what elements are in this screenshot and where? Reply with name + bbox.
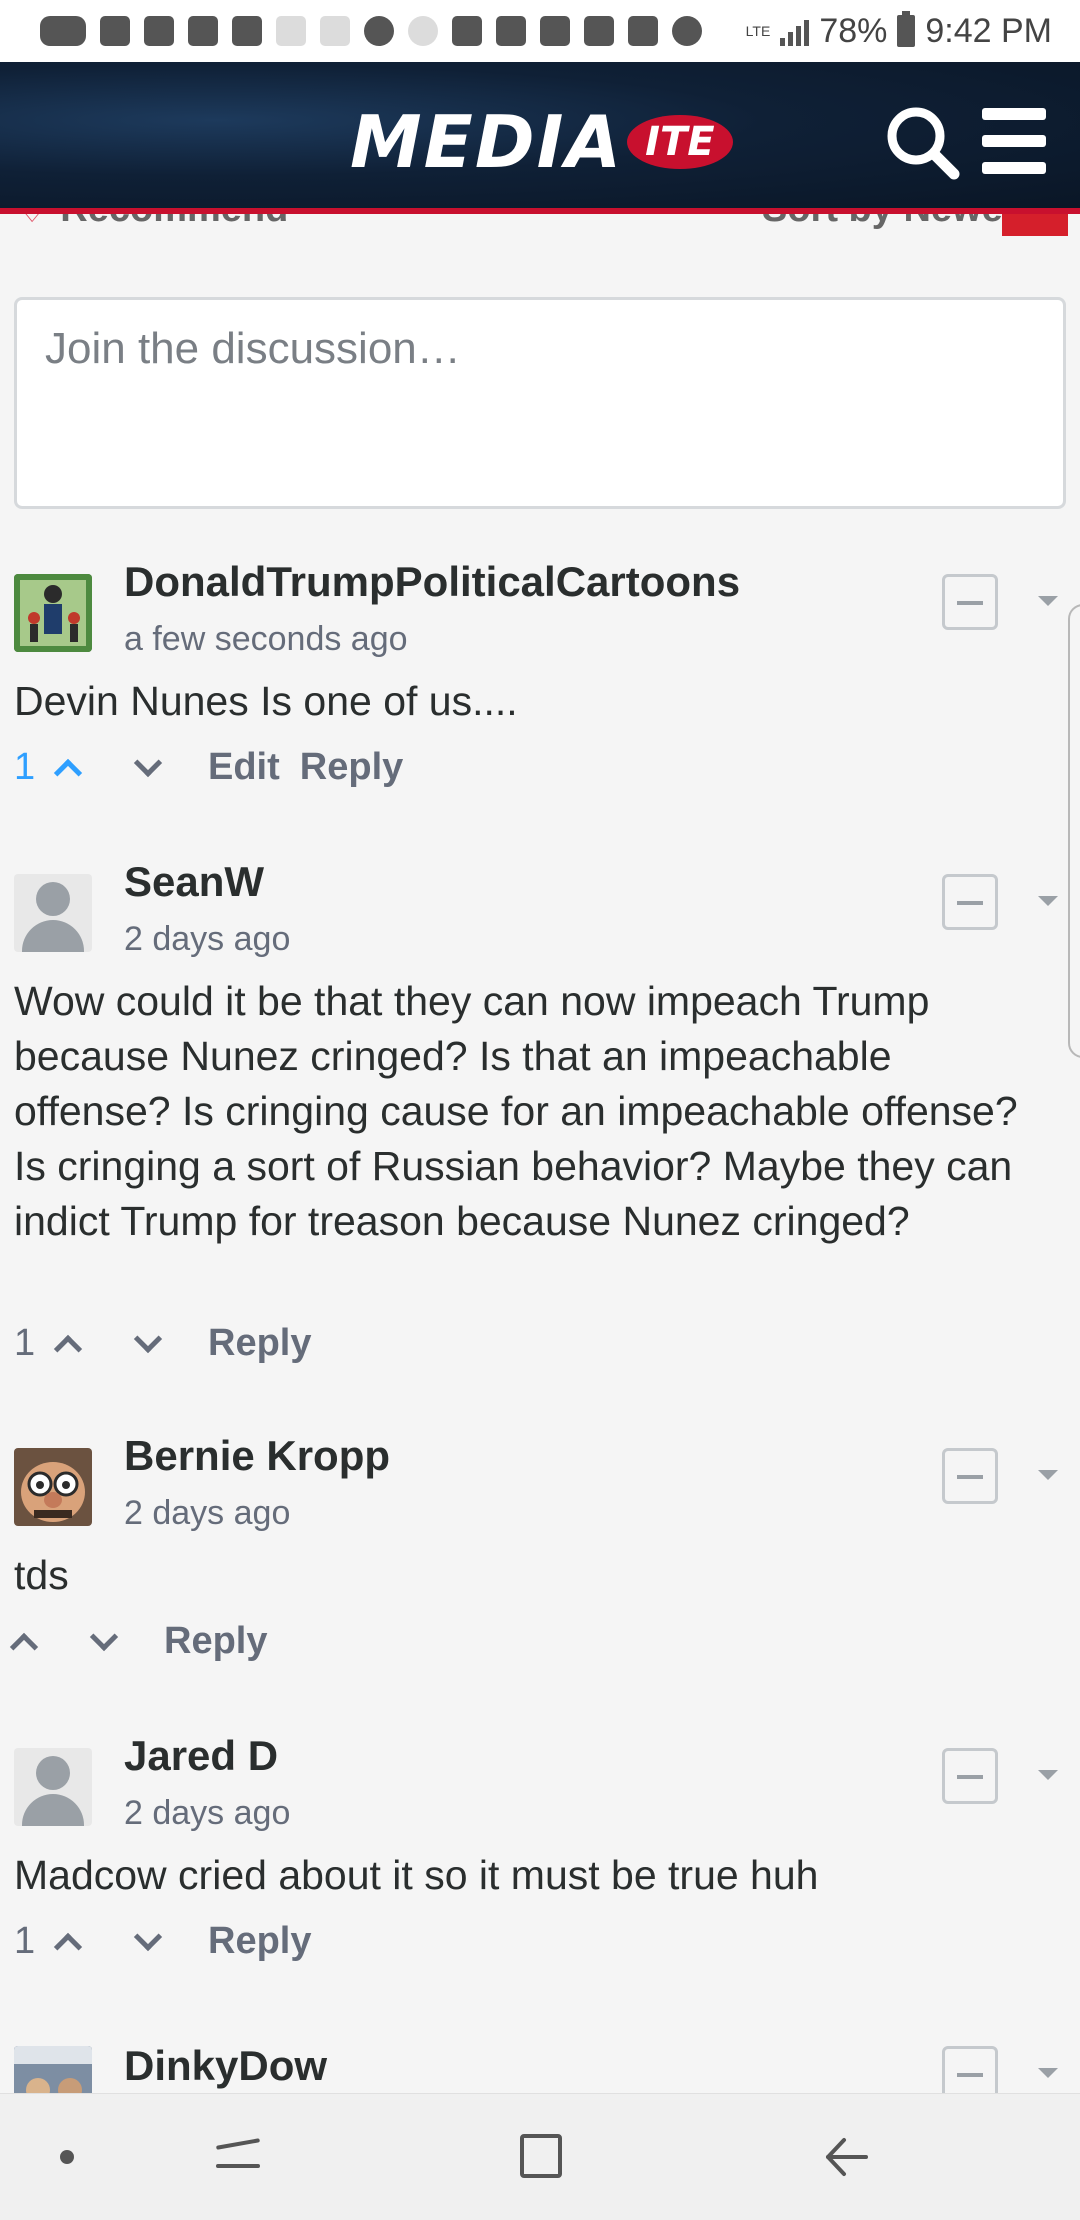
- battery-percent: 78%: [819, 11, 888, 50]
- twitter-icon: [320, 16, 350, 46]
- app-header: MEDIA ITE: [0, 62, 1080, 214]
- signal-icon: [780, 16, 810, 46]
- network-type: LTE: [745, 23, 771, 39]
- reply-button[interactable]: Reply: [300, 746, 403, 789]
- facebook-icon: [496, 16, 526, 46]
- chat-icon: [232, 16, 262, 46]
- skype-icon: [364, 16, 394, 46]
- chevron-down-icon[interactable]: [1038, 596, 1058, 606]
- recommend-button[interactable]: ♡ Recommend: [16, 214, 288, 231]
- twitter-icon: [276, 16, 306, 46]
- clock-icon: [540, 16, 570, 46]
- avatar[interactable]: [14, 1448, 92, 1526]
- notification-icons: [40, 16, 746, 46]
- upvote-icon[interactable]: [53, 1334, 83, 1363]
- discussion-toolbar: ♡ Recommend Sort by Newe: [0, 214, 1080, 242]
- comment-time[interactable]: 2 days ago: [124, 920, 290, 959]
- chevron-down-icon[interactable]: [1038, 2068, 1058, 2078]
- comment-author[interactable]: DinkyDow: [124, 2046, 327, 2090]
- comment-actions: 1 Reply: [14, 1920, 311, 1963]
- send-icon: [584, 16, 614, 46]
- comment-actions: 1 Edit Reply: [14, 746, 403, 789]
- comment-input[interactable]: Join the discussion…: [14, 297, 1066, 509]
- comment-author[interactable]: Jared D: [124, 1732, 278, 1780]
- upvote-icon[interactable]: [9, 1632, 39, 1661]
- vote-count: 1: [14, 746, 36, 788]
- chevron-down-icon[interactable]: [1038, 896, 1058, 906]
- avatar[interactable]: [14, 1748, 92, 1826]
- search-icon[interactable]: [884, 104, 960, 180]
- message-icon: [40, 16, 86, 46]
- reply-button[interactable]: Reply: [208, 1920, 311, 1963]
- logo-badge: ITE: [627, 115, 733, 169]
- logo-text: MEDIA: [350, 100, 624, 184]
- collapse-button[interactable]: [942, 574, 998, 630]
- collapse-button[interactable]: [942, 1448, 998, 1504]
- clock-time: 9:42 PM: [925, 11, 1052, 50]
- avatar[interactable]: [14, 2046, 92, 2093]
- back-icon[interactable]: [820, 2134, 870, 2180]
- comment: DinkyDow: [14, 2046, 1066, 2093]
- downvote-icon[interactable]: [133, 1324, 163, 1353]
- recycle-icon: [628, 16, 658, 46]
- navigation-bar: [0, 2093, 1080, 2220]
- comment-author[interactable]: SeanW: [124, 858, 264, 906]
- heart-icon: ♡: [16, 214, 48, 231]
- comment-text: Devin Nunes Is one of us....: [14, 678, 518, 724]
- facebook-icon: [144, 16, 174, 46]
- comment-text: tds: [14, 1552, 69, 1598]
- image-icon: [452, 16, 482, 46]
- status-bar: LTE 78% 9:42 PM: [0, 0, 1080, 62]
- reply-button[interactable]: Reply: [208, 1322, 311, 1365]
- sync-icon: [408, 16, 438, 46]
- vote-count: 1: [14, 1322, 36, 1364]
- facebook-icon: [100, 16, 130, 46]
- chevron-down-icon[interactable]: [1038, 1770, 1058, 1780]
- comment-time[interactable]: 2 days ago: [124, 1494, 290, 1533]
- comment-author[interactable]: DonaldTrumpPoliticalCartoons: [124, 558, 740, 606]
- avatar[interactable]: [14, 574, 92, 652]
- chevron-down-icon[interactable]: [1038, 1470, 1058, 1480]
- upvote-icon[interactable]: [53, 758, 83, 787]
- avatar[interactable]: [14, 874, 92, 952]
- downvote-icon[interactable]: [133, 1922, 163, 1951]
- collapse-button[interactable]: [942, 2046, 998, 2093]
- login-tab[interactable]: [1002, 214, 1068, 236]
- reply-button[interactable]: Reply: [164, 1620, 267, 1663]
- collapse-button[interactable]: [942, 874, 998, 930]
- sort-dropdown[interactable]: Sort by Newe: [762, 214, 1003, 231]
- twitter-icon: [188, 16, 218, 46]
- hamburger-menu-icon[interactable]: [982, 108, 1046, 174]
- comment-time[interactable]: a few seconds ago: [124, 620, 408, 659]
- upvote-icon[interactable]: [53, 1932, 83, 1961]
- location-icon: [672, 16, 702, 46]
- battery-icon: [897, 11, 916, 47]
- comment-author[interactable]: Bernie Kropp: [124, 1432, 390, 1480]
- comment-text: Madcow cried about it so it must be true…: [14, 1852, 819, 1898]
- recent-apps-icon[interactable]: [215, 2134, 261, 2174]
- mediaite-logo[interactable]: MEDIA ITE: [350, 100, 733, 184]
- edit-button[interactable]: Edit: [208, 746, 280, 789]
- comment-time[interactable]: 2 days ago: [124, 1794, 290, 1833]
- home-icon[interactable]: [520, 2134, 562, 2178]
- dot-icon[interactable]: [60, 2150, 74, 2164]
- downvote-icon[interactable]: [89, 1622, 119, 1651]
- vote-count: 1: [14, 1920, 36, 1962]
- scrollbar[interactable]: [1068, 604, 1080, 1058]
- collapse-button[interactable]: [942, 1748, 998, 1804]
- recommend-label: Recommend: [60, 214, 288, 231]
- comment-text: Wow could it be that they can now impeac…: [14, 978, 1018, 1244]
- comment-actions: Reply: [9, 1620, 267, 1663]
- downvote-icon[interactable]: [133, 748, 163, 777]
- comment-actions: 1 Reply: [14, 1322, 311, 1365]
